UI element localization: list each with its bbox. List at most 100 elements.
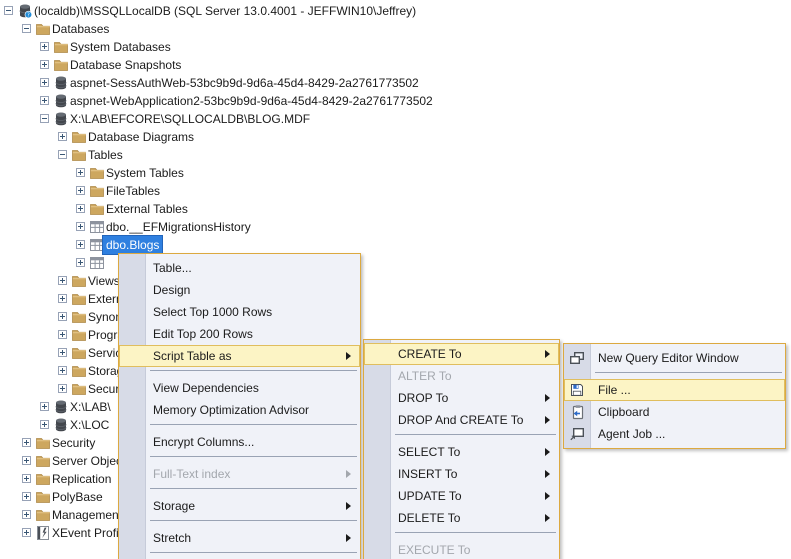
expand-toggle-icon[interactable] bbox=[58, 384, 67, 393]
expand-toggle-icon[interactable] bbox=[76, 222, 85, 231]
create-to-submenu: New Query Editor Window File ... Clipboard… bbox=[563, 343, 786, 449]
menu-item-label: SELECT To bbox=[398, 445, 461, 459]
collapse-toggle-icon[interactable] bbox=[22, 24, 31, 33]
menu-item-file[interactable]: File ... bbox=[564, 379, 785, 401]
tree-item-label[interactable]: X:\LOC bbox=[67, 416, 112, 434]
menu-separator bbox=[119, 370, 360, 377]
submenu-arrow-icon bbox=[346, 352, 351, 360]
expand-toggle-icon[interactable] bbox=[76, 186, 85, 195]
tree-item-label[interactable]: Tables bbox=[85, 146, 126, 164]
menu-item-execute-to: EXECUTE To bbox=[364, 539, 559, 559]
expand-toggle-icon[interactable] bbox=[22, 528, 31, 537]
expand-toggle-icon[interactable] bbox=[58, 366, 67, 375]
menu-item-full-text-index: Full-Text index bbox=[119, 463, 360, 485]
menu-item-select-top-1000-rows[interactable]: Select Top 1000 Rows bbox=[119, 301, 360, 323]
tree-item-label[interactable]: External Tables bbox=[103, 200, 191, 218]
expand-toggle-icon[interactable] bbox=[76, 240, 85, 249]
menu-item-label: View Dependencies bbox=[153, 381, 259, 395]
menu-separator bbox=[364, 434, 559, 441]
tree-item-label[interactable]: X:\LAB\EFCORE\SQLLOCALDB\BLOG.MDF bbox=[67, 110, 313, 128]
tree-item-localdb-mssqllocaldb-sql-server-13-0-4001-jeffwin10-jeffrey: ? (localdb)\MSSQLLocalDB (SQL Server 13.0… bbox=[0, 2, 791, 20]
menu-item-label: Edit Top 200 Rows bbox=[153, 327, 253, 341]
expand-toggle-icon[interactable] bbox=[22, 456, 31, 465]
expand-toggle-icon[interactable] bbox=[58, 132, 67, 141]
expand-toggle-icon[interactable] bbox=[58, 294, 67, 303]
tree-item-database-diagrams: Database Diagrams bbox=[0, 128, 791, 146]
tree-item-label[interactable]: aspnet-WebApplication2-53bc9b9d-9d6a-45d… bbox=[67, 92, 436, 110]
menu-item-memory-optimization-advisor[interactable]: Memory Optimization Advisor bbox=[119, 399, 360, 421]
expand-toggle-icon[interactable] bbox=[40, 420, 49, 429]
collapse-toggle-icon[interactable] bbox=[4, 6, 13, 15]
tree-item-aspnet-webapplication2-53bc9b9d-9d6a-45d4-8429-2a2761773502: aspnet-WebApplication2-53bc9b9d-9d6a-45d… bbox=[0, 92, 791, 110]
menu-item-drop-to[interactable]: DROP To bbox=[364, 387, 559, 409]
menu-item-drop-and-create-to[interactable]: DROP And CREATE To bbox=[364, 409, 559, 431]
expand-toggle-icon[interactable] bbox=[58, 276, 67, 285]
menu-item-view-dependencies[interactable]: View Dependencies bbox=[119, 377, 360, 399]
menu-item-label: INSERT To bbox=[398, 467, 458, 481]
tree-item-label[interactable]: Management bbox=[49, 506, 125, 524]
submenu-arrow-icon bbox=[346, 502, 351, 510]
expand-toggle-icon[interactable] bbox=[58, 330, 67, 339]
menu-item-table[interactable]: Table... bbox=[119, 257, 360, 279]
menu-separator bbox=[564, 372, 785, 379]
object-explorer: ? (localdb)\MSSQLLocalDB (SQL Server 13.0… bbox=[0, 0, 791, 559]
expand-toggle-icon[interactable] bbox=[58, 348, 67, 357]
tree-item-label[interactable]: Replication bbox=[49, 470, 114, 488]
menu-item-new-query-editor-window[interactable]: New Query Editor Window bbox=[564, 347, 785, 369]
menu-separator bbox=[364, 532, 559, 539]
menu-item-storage[interactable]: Storage bbox=[119, 495, 360, 517]
menu-item-script-table-as[interactable]: Script Table as bbox=[119, 345, 360, 367]
menu-separator bbox=[119, 456, 360, 463]
expand-toggle-icon[interactable] bbox=[22, 492, 31, 501]
tree-item-label[interactable]: dbo.__EFMigrationsHistory bbox=[103, 218, 254, 236]
collapse-toggle-icon[interactable] bbox=[40, 114, 49, 123]
tree-item-label[interactable]: Database Diagrams bbox=[85, 128, 197, 146]
menu-item-label: Encrypt Columns... bbox=[153, 435, 255, 449]
tree-item-label[interactable]: X:\LAB\ bbox=[67, 398, 114, 416]
tree-item-label[interactable]: PolyBase bbox=[49, 488, 106, 506]
menu-item-clipboard[interactable]: Clipboard bbox=[564, 401, 785, 423]
tree-item-label[interactable]: dbo.Blogs bbox=[101, 235, 164, 255]
expand-toggle-icon[interactable] bbox=[40, 42, 49, 51]
expand-toggle-icon[interactable] bbox=[22, 474, 31, 483]
menu-item-design[interactable]: Design bbox=[119, 279, 360, 301]
expand-toggle-icon[interactable] bbox=[76, 204, 85, 213]
tree-item-label[interactable]: (localdb)\MSSQLLocalDB (SQL Server 13.0.… bbox=[31, 2, 419, 20]
tree-item-dbo-efmigrationshistory: dbo.__EFMigrationsHistory bbox=[0, 218, 791, 236]
menu-item-label: ALTER To bbox=[398, 369, 452, 383]
menu-item-label: UPDATE To bbox=[398, 489, 462, 503]
menu-item-select-to[interactable]: SELECT To bbox=[364, 441, 559, 463]
menu-item-create-to[interactable]: CREATE To bbox=[364, 343, 559, 365]
tree-item-label[interactable]: System Databases bbox=[67, 38, 174, 56]
menu-item-delete-to[interactable]: DELETE To bbox=[364, 507, 559, 529]
expand-toggle-icon[interactable] bbox=[40, 60, 49, 69]
expand-toggle-icon[interactable] bbox=[40, 78, 49, 87]
expand-toggle-icon[interactable] bbox=[22, 438, 31, 447]
menu-item-label: Stretch bbox=[153, 531, 192, 545]
expand-toggle-icon[interactable] bbox=[76, 258, 85, 267]
menu-item-encrypt-columns[interactable]: Encrypt Columns... bbox=[119, 431, 360, 453]
tree-item-label[interactable]: aspnet-SessAuthWeb-53bc9b9d-9d6a-45d4-84… bbox=[67, 74, 422, 92]
tree-item-label[interactable]: System Tables bbox=[103, 164, 187, 182]
menu-item-label: DROP To bbox=[398, 391, 449, 405]
menu-item-label: Agent Job ... bbox=[598, 427, 666, 441]
tree-item-x-lab-efcore-sqllocaldb-blog-mdf: X:\LAB\EFCORE\SQLLOCALDB\BLOG.MDF bbox=[0, 110, 791, 128]
menu-item-update-to[interactable]: UPDATE To bbox=[364, 485, 559, 507]
expand-toggle-icon[interactable] bbox=[76, 168, 85, 177]
expand-toggle-icon[interactable] bbox=[58, 312, 67, 321]
menu-item-edit-top-200-rows[interactable]: Edit Top 200 Rows bbox=[119, 323, 360, 345]
collapse-toggle-icon[interactable] bbox=[58, 150, 67, 159]
menu-item-stretch[interactable]: Stretch bbox=[119, 527, 360, 549]
expand-toggle-icon[interactable] bbox=[22, 510, 31, 519]
tree-item-label[interactable]: Security bbox=[49, 434, 98, 452]
menu-item-label: New Query Editor Window bbox=[598, 351, 739, 365]
tree-item-label[interactable]: Database Snapshots bbox=[67, 56, 184, 74]
menu-item-insert-to[interactable]: INSERT To bbox=[364, 463, 559, 485]
expand-toggle-icon[interactable] bbox=[40, 96, 49, 105]
script-table-as-submenu: CREATE To ALTER To DROP To DROP And CREATE … bbox=[363, 339, 560, 559]
tree-item-label[interactable]: Databases bbox=[49, 20, 112, 38]
menu-item-agent-job[interactable]: Agent Job ... bbox=[564, 423, 785, 445]
expand-toggle-icon[interactable] bbox=[40, 402, 49, 411]
tree-item-label[interactable]: FileTables bbox=[103, 182, 163, 200]
menu-item-label: Storage bbox=[153, 499, 196, 513]
